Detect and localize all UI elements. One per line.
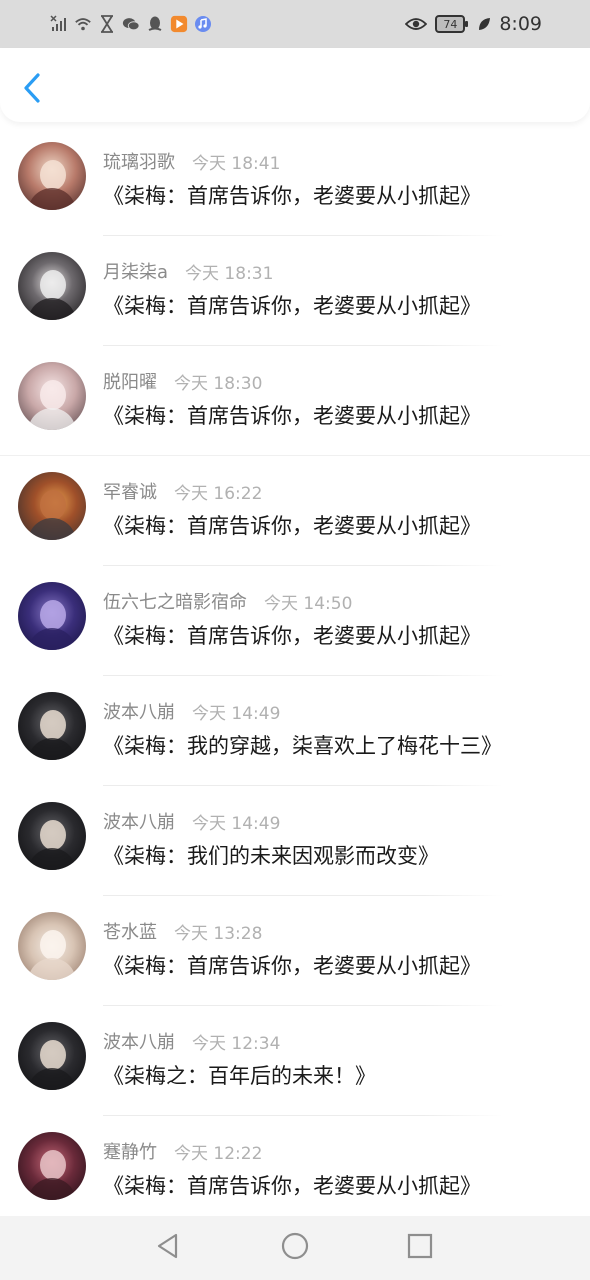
message-text: 《柒梅：首席告诉你，老婆要从小抓起》 <box>103 404 481 428</box>
message-text: 《柒梅：首席告诉你，老婆要从小抓起》 <box>103 1174 481 1198</box>
message-meta: 波本八崩 今天 14:49 <box>103 698 280 724</box>
avatar[interactable] <box>18 912 86 980</box>
sender-name: 脱阳曜 <box>103 372 157 393</box>
message-meta: 月柒柒a 今天 18:31 <box>103 258 273 284</box>
list-item[interactable]: 波本八崩 今天 12:34 《柒梅之：百年后的未来！》 <box>0 1006 590 1116</box>
message-text: 《柒梅之：百年后的未来！》 <box>103 1064 376 1088</box>
message-time: 今天 13:28 <box>174 923 263 944</box>
avatar[interactable] <box>18 802 86 870</box>
message-text: 《柒梅：首席告诉你，老婆要从小抓起》 <box>103 954 481 978</box>
message-meta: 苍水蓝 今天 13:28 <box>103 918 262 944</box>
sender-name: 月柒柒a <box>103 262 169 283</box>
message-time: 今天 14:49 <box>192 703 281 724</box>
sender-name: 波本八崩 <box>103 812 175 833</box>
avatar[interactable] <box>18 1132 86 1200</box>
list-item[interactable]: 蹇静竹 今天 12:22 《柒梅：首席告诉你，老婆要从小抓起》 <box>0 1116 590 1226</box>
avatar[interactable] <box>18 582 86 650</box>
status-time: 8:09 <box>499 13 542 35</box>
list-item[interactable]: 月柒柒a 今天 18:31 《柒梅：首席告诉你，老婆要从小抓起》 <box>0 236 590 346</box>
list-item[interactable]: 伍六七之暗影宿命 今天 14:50 《柒梅：首席告诉你，老婆要从小抓起》 <box>0 566 590 676</box>
hourglass-icon <box>98 15 116 33</box>
sender-name: 琉璃羽歌 <box>103 152 175 173</box>
list-item[interactable]: 波本八崩 今天 14:49 《柒梅：我的穿越，柒喜欢上了梅花十三》 <box>0 676 590 786</box>
sender-name: 罕睿诚 <box>103 482 157 503</box>
message-meta: 波本八崩 今天 12:34 <box>103 1028 280 1054</box>
message-meta: 波本八崩 今天 14:49 <box>103 808 280 834</box>
message-time: 今天 14:49 <box>192 813 281 834</box>
signal-off-icon <box>50 15 68 33</box>
battery-icon: 74 <box>435 15 469 33</box>
status-bar: 74 8:09 <box>0 0 590 48</box>
message-time: 今天 12:22 <box>174 1143 263 1164</box>
header <box>0 48 590 122</box>
nav-home-button[interactable] <box>279 1232 311 1264</box>
recents-square-icon <box>406 1232 434 1264</box>
sender-name: 蹇静竹 <box>103 1142 157 1163</box>
status-left-icons <box>50 12 212 36</box>
sender-name: 波本八崩 <box>103 1032 175 1053</box>
avatar[interactable] <box>18 362 86 430</box>
message-time: 今天 18:41 <box>192 153 281 174</box>
nav-recents-button[interactable] <box>404 1232 436 1264</box>
avatar[interactable] <box>18 142 86 210</box>
wechat-icon <box>122 15 140 33</box>
sender-name: 苍水蓝 <box>103 922 157 943</box>
video-app-icon <box>170 15 188 33</box>
nav-back-button[interactable] <box>152 1232 184 1264</box>
message-meta: 蹇静竹 今天 12:22 <box>103 1138 262 1164</box>
qq-icon <box>146 15 164 33</box>
avatar[interactable] <box>18 692 86 760</box>
list-item[interactable]: 脱阳曜 今天 18:30 《柒梅：首席告诉你，老婆要从小抓起》 <box>0 346 590 456</box>
chevron-left-icon <box>22 72 42 108</box>
message-time: 今天 18:31 <box>185 263 274 284</box>
message-text: 《柒梅：我的穿越，柒喜欢上了梅花十三》 <box>103 734 502 758</box>
system-nav-bar <box>0 1216 590 1280</box>
eye-icon <box>405 15 428 33</box>
message-meta: 脱阳曜 今天 18:30 <box>103 368 262 394</box>
avatar[interactable] <box>18 1022 86 1090</box>
list-item[interactable]: 琉璃羽歌 今天 18:41 《柒梅：首席告诉你，老婆要从小抓起》 <box>0 126 590 236</box>
message-text: 《柒梅：首席告诉你，老婆要从小抓起》 <box>103 184 481 208</box>
message-time: 今天 18:30 <box>174 373 263 394</box>
wifi-icon <box>74 15 92 33</box>
status-right: 74 8:09 <box>405 10 542 38</box>
message-time: 今天 12:34 <box>192 1033 281 1054</box>
avatar[interactable] <box>18 472 86 540</box>
message-time: 今天 16:22 <box>174 483 263 504</box>
message-meta: 伍六七之暗影宿命 今天 14:50 <box>103 588 352 614</box>
back-triangle-icon <box>154 1232 182 1264</box>
message-text: 《柒梅：首席告诉你，老婆要从小抓起》 <box>103 624 481 648</box>
message-text: 《柒梅：我们的未来因观影而改变》 <box>103 844 439 868</box>
battery-level: 74 <box>443 17 458 31</box>
message-text: 《柒梅：首席告诉你，老婆要从小抓起》 <box>103 294 481 318</box>
list-item[interactable]: 苍水蓝 今天 13:28 《柒梅：首席告诉你，老婆要从小抓起》 <box>0 896 590 1006</box>
message-meta: 罕睿诚 今天 16:22 <box>103 478 262 504</box>
list-item[interactable]: 罕睿诚 今天 16:22 《柒梅：首席告诉你，老婆要从小抓起》 <box>0 456 590 566</box>
message-text: 《柒梅：首席告诉你，老婆要从小抓起》 <box>103 514 481 538</box>
message-time: 今天 14:50 <box>264 593 353 614</box>
sender-name: 波本八崩 <box>103 702 175 723</box>
sender-name: 伍六七之暗影宿命 <box>103 592 247 613</box>
list-item[interactable]: 波本八崩 今天 14:49 《柒梅：我们的未来因观影而改变》 <box>0 786 590 896</box>
back-button[interactable] <box>14 70 50 110</box>
message-list: 琉璃羽歌 今天 18:41 《柒梅：首席告诉你，老婆要从小抓起》 月柒柒a 今天… <box>0 126 590 1226</box>
message-meta: 琉璃羽歌 今天 18:41 <box>103 148 280 174</box>
music-app-icon <box>194 15 212 33</box>
home-circle-icon <box>280 1231 310 1265</box>
avatar[interactable] <box>18 252 86 320</box>
leaf-icon <box>477 15 491 33</box>
